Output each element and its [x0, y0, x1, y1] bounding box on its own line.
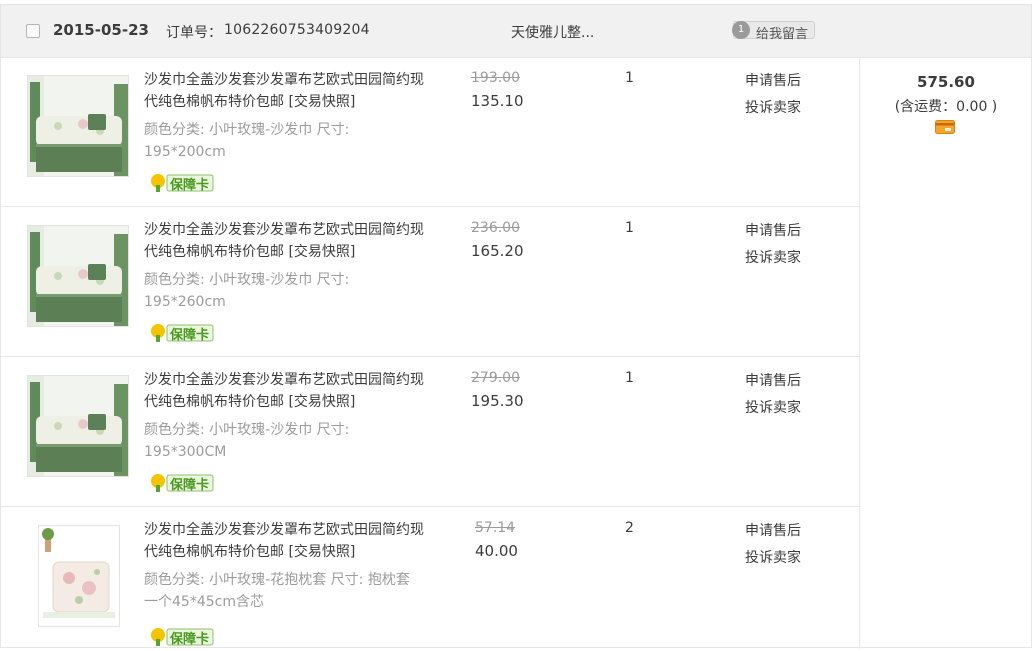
original-price: 57.14	[475, 520, 516, 536]
original-price: 193.00	[471, 70, 520, 86]
order-select-checkbox[interactable]	[26, 24, 40, 38]
order-date: 2015-05-23	[53, 21, 149, 39]
order-item-row: 沙发巾全盖沙发套沙发罩布艺欧式田园简约现代纯色棉帆布特价包邮 [交易快照] 颜色…	[1, 57, 859, 207]
sofa-image-icon	[28, 226, 128, 326]
complain-seller-link[interactable]: 投诉卖家	[745, 247, 801, 267]
quantity: 1	[625, 70, 634, 86]
product-title-link[interactable]: 沙发巾全盖沙发套沙发罩布艺欧式田园简约现代纯色棉帆布特价包邮 [交易快照]	[144, 219, 434, 263]
guarantee-label: 保障卡	[170, 328, 210, 343]
product-thumbnail[interactable]	[27, 225, 129, 327]
guarantee-card-badge[interactable]: 保障卡	[149, 173, 215, 193]
leave-message-button[interactable]: 1 给我留言	[732, 21, 815, 42]
order-item-row: 沙发巾全盖沙发套沙发罩布艺欧式田园简约现代纯色棉帆布特价包邮 [交易快照] 颜色…	[1, 507, 859, 649]
product-title-link[interactable]: 沙发巾全盖沙发套沙发罩布艺欧式田园简约现代纯色棉帆布特价包邮 [交易快照]	[144, 69, 434, 113]
product-props: 颜色分类: 小叶玫瑰-沙发巾 尺寸: 195*200cm	[144, 122, 350, 160]
after-sale-link[interactable]: 申请售后	[745, 520, 801, 540]
order-summary: 575.60 (含运费：0.00 )	[859, 57, 1032, 649]
shipping-fee: (含运费：0.00 )	[894, 99, 998, 115]
quantity: 1	[625, 220, 634, 236]
guarantee-card-badge[interactable]: 保障卡	[149, 323, 215, 343]
quantity: 1	[625, 370, 634, 386]
sofa-image-icon	[28, 376, 128, 476]
unit-price: 135.10	[471, 92, 524, 110]
order-total: 575.60	[917, 73, 975, 91]
order-item-row: 沙发巾全盖沙发套沙发罩布艺欧式田园简约现代纯色棉帆布特价包邮 [交易快照] 颜色…	[1, 357, 859, 507]
card-icon-shape	[935, 120, 955, 134]
original-price: 236.00	[471, 220, 520, 236]
complain-seller-link[interactable]: 投诉卖家	[745, 397, 801, 417]
product-props: 颜色分类: 小叶玫瑰-沙发巾 尺寸: 195*300CM	[144, 422, 350, 460]
quantity: 2	[625, 520, 634, 536]
order-header: 2015-05-23 订单号： 1062260753409204 天使雅儿整..…	[1, 5, 1031, 58]
guarantee-card-badge[interactable]: 保障卡	[149, 473, 215, 493]
product-thumbnail[interactable]	[27, 75, 129, 177]
order-number: 1062260753409204	[224, 22, 370, 38]
order-item-row: 沙发巾全盖沙发套沙发罩布艺欧式田园简约现代纯色棉帆布特价包邮 [交易快照] 颜色…	[1, 207, 859, 357]
order-number-label: 订单号：	[166, 25, 222, 41]
card-icon[interactable]	[935, 120, 955, 134]
unit-price: 195.30	[471, 392, 524, 410]
shop-name-link[interactable]: 天使雅儿整...	[511, 22, 594, 42]
sofa-image-icon	[28, 76, 128, 176]
after-sale-link[interactable]: 申请售后	[745, 70, 801, 90]
unit-price: 165.20	[471, 242, 524, 260]
product-thumbnail[interactable]	[38, 525, 120, 627]
guarantee-label: 保障卡	[170, 478, 210, 493]
after-sale-link[interactable]: 申请售后	[745, 370, 801, 390]
leave-message-label: 给我留言	[756, 27, 809, 42]
unit-price: 40.00	[475, 542, 518, 560]
guarantee-label: 保障卡	[170, 632, 210, 647]
guarantee-label: 保障卡	[170, 178, 210, 193]
message-count-badge: 1	[732, 21, 750, 39]
product-thumbnail[interactable]	[27, 375, 129, 477]
product-props: 颜色分类: 小叶玫瑰-花抱枕套 尺寸: 抱枕套一个45*45cm含芯	[144, 572, 410, 610]
product-title-link[interactable]: 沙发巾全盖沙发套沙发罩布艺欧式田园简约现代纯色棉帆布特价包邮 [交易快照]	[144, 519, 434, 563]
guarantee-card-badge[interactable]: 保障卡	[149, 627, 215, 647]
complain-seller-link[interactable]: 投诉卖家	[745, 97, 801, 117]
product-props: 颜色分类: 小叶玫瑰-沙发巾 尺寸: 195*260cm	[144, 272, 350, 310]
product-title-link[interactable]: 沙发巾全盖沙发套沙发罩布艺欧式田园简约现代纯色棉帆布特价包邮 [交易快照]	[144, 369, 434, 413]
after-sale-link[interactable]: 申请售后	[745, 220, 801, 240]
original-price: 279.00	[471, 370, 520, 386]
pillow-image-icon	[39, 526, 119, 626]
complain-seller-link[interactable]: 投诉卖家	[745, 547, 801, 567]
order-card: 2015-05-23 订单号： 1062260753409204 天使雅儿整..…	[0, 4, 1032, 649]
